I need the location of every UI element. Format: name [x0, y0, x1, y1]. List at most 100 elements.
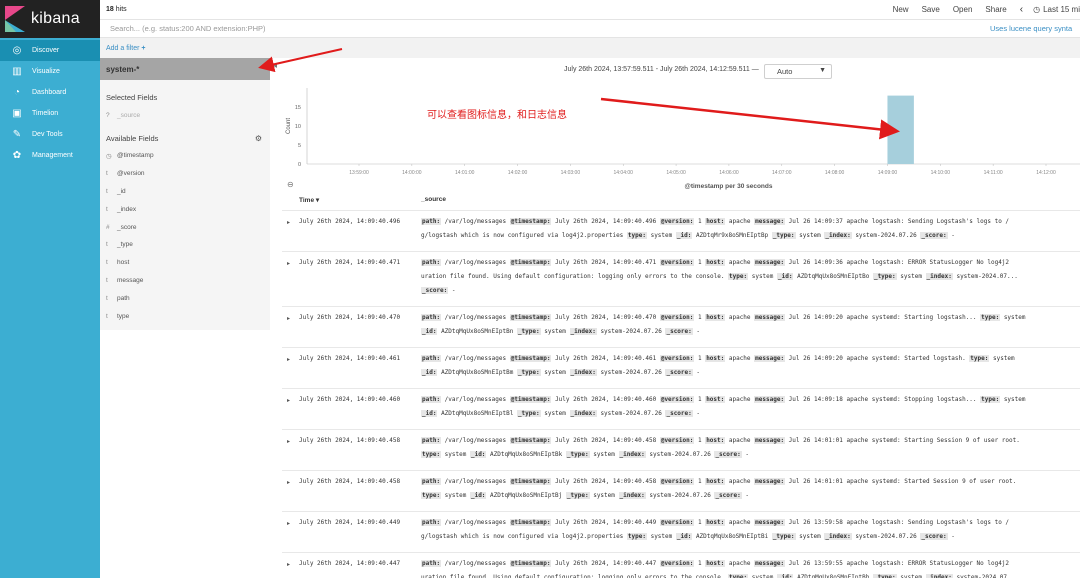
table-row[interactable]: ▸ July 26th 2024, 14:09:40.458 path: /var/… — [282, 470, 1080, 511]
source-field-value: system-2024.07.26 — [596, 409, 666, 417]
table-row[interactable]: ▸ July 26th 2024, 14:09:40.496 path: /var/… — [282, 210, 1080, 251]
share-button[interactable]: Share — [985, 5, 1006, 14]
nav-item-label: Dashboard — [32, 89, 67, 96]
field-name: _score — [117, 223, 137, 231]
source-field-value: system — [896, 573, 926, 578]
selected-field-source[interactable]: ? _source — [100, 112, 270, 119]
field-item[interactable]: t _type — [100, 236, 270, 254]
source-field-key: @version: — [659, 478, 695, 485]
nav-item-management[interactable]: ✿ Management — [0, 145, 100, 166]
source-field-key: _index: — [569, 368, 597, 376]
field-item[interactable]: t @version — [100, 165, 270, 183]
source-field-value: - — [692, 327, 700, 335]
field-type-icon: t — [106, 312, 108, 320]
field-item[interactable]: # _score — [100, 218, 270, 236]
field-item[interactable]: t _index — [100, 200, 270, 218]
expand-row-icon[interactable]: ▸ — [287, 438, 290, 445]
source-field-key: _index: — [618, 491, 646, 499]
expand-row-icon[interactable]: ▸ — [287, 219, 290, 226]
row-time: July 26th 2024, 14:09:40.461 — [299, 355, 401, 362]
histogram-bar — [887, 95, 914, 164]
field-name: type — [117, 312, 130, 320]
field-item[interactable]: t path — [100, 289, 270, 307]
field-type-icon: ? — [106, 112, 110, 119]
source-field-key: @timestamp: — [509, 314, 552, 321]
table-row[interactable]: ▸ July 26th 2024, 14:09:40.447 path: /var/… — [282, 552, 1080, 578]
hits-count: 18 hits — [106, 6, 127, 13]
row-time: July 26th 2024, 14:09:40.460 — [299, 396, 401, 403]
source-field-value: system — [795, 231, 825, 239]
lucene-syntax-link[interactable]: Uses lucene query synta — [990, 24, 1080, 33]
field-item[interactable]: ◷ @timestamp — [100, 147, 270, 165]
top-actions: New Save Open Share ‹ ◷ Last 15 mi — [880, 0, 1080, 19]
source-field-key: host: — [705, 519, 726, 526]
gear-icon[interactable]: ⚙ — [255, 134, 262, 143]
source-field-key: _id: — [675, 231, 693, 239]
source-field-key: path: — [421, 437, 442, 444]
field-item[interactable]: t _id — [100, 183, 270, 201]
field-item[interactable]: t message — [100, 272, 270, 290]
table-row[interactable]: ▸ July 26th 2024, 14:09:40.449 path: /var/… — [282, 511, 1080, 552]
table-row[interactable]: ▸ July 26th 2024, 14:09:40.460 path: /var/… — [282, 388, 1080, 429]
source-field-value: July 26th 2024, 14:09:40.496 — [551, 218, 660, 225]
expand-row-icon[interactable]: ▸ — [287, 397, 290, 404]
nav-item-discover[interactable]: ◎ Discover — [0, 40, 100, 61]
nav-item-visualize[interactable]: ▥ Visualize — [0, 61, 100, 82]
source-field-value: g/logstash which is now configured via l… — [421, 532, 627, 540]
expand-row-icon[interactable]: ▸ — [287, 260, 290, 267]
source-field-value: system-2024.07... — [952, 573, 1018, 578]
open-button[interactable]: Open — [953, 5, 973, 14]
interval-select[interactable]: Auto ▼ — [764, 64, 832, 79]
expand-row-icon[interactable]: ▸ — [287, 520, 290, 527]
row-source: path: /var/log/messages @timestamp: July… — [421, 256, 1080, 297]
source-field-key: message: — [754, 314, 786, 321]
source-field-key: @timestamp: — [509, 519, 552, 526]
chevron-left-icon[interactable]: ‹ — [1020, 4, 1023, 15]
expand-row-icon[interactable]: ▸ — [287, 315, 290, 322]
source-field-key: _score: — [665, 409, 693, 417]
table-row[interactable]: ▸ July 26th 2024, 14:09:40.471 path: /var/… — [282, 251, 1080, 306]
index-pattern-selector[interactable]: system-* — [100, 58, 270, 80]
table-row[interactable]: ▸ July 26th 2024, 14:09:40.470 path: /var/… — [282, 306, 1080, 347]
source-field-key: _type: — [516, 327, 541, 335]
source-field-value: system — [896, 272, 926, 280]
source-field-key: _score: — [920, 532, 948, 540]
expand-row-icon[interactable]: ▸ — [287, 561, 290, 568]
nav-item-label: Dev Tools — [32, 131, 63, 138]
source-field-value: /var/log/messages — [441, 218, 510, 225]
y-tick-label: 15 — [295, 105, 301, 111]
time-picker[interactable]: ◷ Last 15 mi — [1033, 5, 1080, 14]
nav-item-dev-tools[interactable]: ✎ Dev Tools — [0, 124, 100, 145]
field-name: _type — [117, 241, 133, 249]
x-tick-label: 14:04:00 — [613, 170, 633, 176]
source-field-key: path: — [421, 478, 442, 485]
source-field-value: system — [441, 450, 470, 458]
nav-item-dashboard[interactable]: ◔ Dashboard — [0, 82, 100, 103]
add-filter-link[interactable]: Add a filter + — [106, 45, 146, 52]
table-row[interactable]: ▸ July 26th 2024, 14:09:40.461 path: /var/… — [282, 347, 1080, 388]
table-collapse-icon[interactable]: ⊖ — [287, 180, 294, 189]
new-button[interactable]: New — [893, 5, 909, 14]
table-row[interactable]: ▸ July 26th 2024, 14:09:40.458 path: /var/… — [282, 429, 1080, 470]
save-button[interactable]: Save — [922, 5, 940, 14]
source-field-key: @timestamp: — [509, 560, 552, 567]
source-field-value: system — [748, 573, 778, 578]
field-item[interactable]: t type — [100, 307, 270, 325]
time-column-header[interactable]: Time ▾ — [299, 196, 319, 204]
collapse-sidebar-icon[interactable]: ◂ — [273, 61, 277, 70]
source-field-value: /var/log/messages — [441, 437, 510, 444]
field-name: _source — [117, 112, 141, 119]
expand-row-icon[interactable]: ▸ — [287, 479, 290, 486]
search-input[interactable] — [100, 20, 990, 37]
kibana-logo[interactable]: kibana — [0, 0, 100, 38]
source-field-value: AZDtqMqUx8oSMnEIptBo — [793, 272, 873, 280]
source-field-value: /var/log/messages — [441, 259, 510, 266]
source-field-value: Jul 26 14:09:37 apache logstash: Sending… — [785, 218, 1010, 225]
nav-item-timelion[interactable]: ▣ Timelion — [0, 103, 100, 124]
row-source: path: /var/log/messages @timestamp: July… — [421, 215, 1080, 243]
field-item[interactable]: t host — [100, 254, 270, 272]
left-nav: kibana ◎ Discover ▥ Visualize ◔ Dashboard ▣ Tim… — [0, 0, 100, 578]
source-field-key: _id: — [777, 573, 794, 578]
expand-row-icon[interactable]: ▸ — [287, 356, 290, 363]
source-field-key: path: — [421, 259, 442, 266]
